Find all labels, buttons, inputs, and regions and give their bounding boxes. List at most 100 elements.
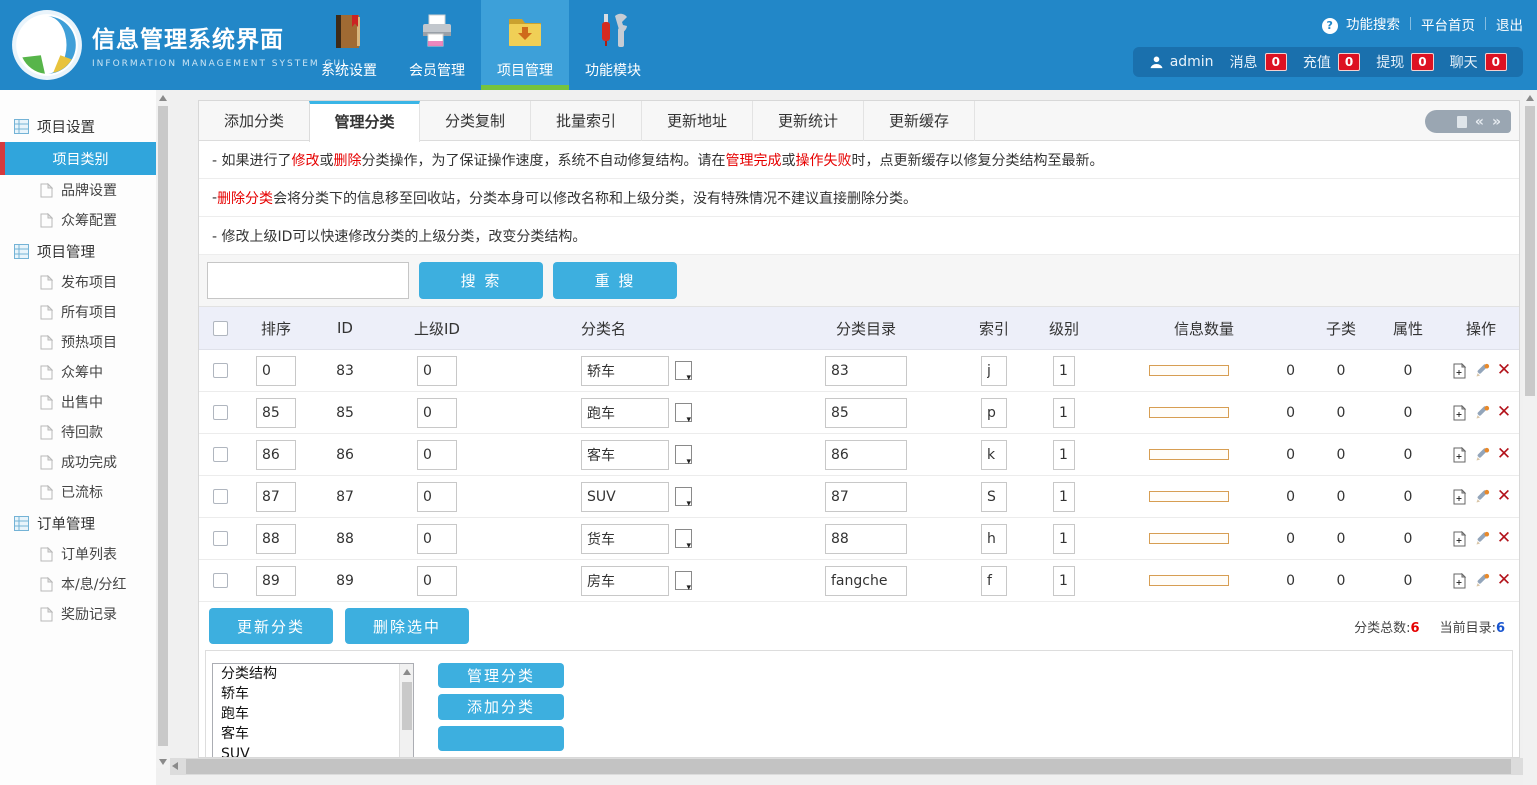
category-name-input[interactable]	[581, 398, 669, 428]
category-structure-listbox[interactable]: 分类结构 轿车 跑车 客车 SUV	[212, 663, 414, 758]
level-input[interactable]	[1053, 440, 1075, 470]
messages-menu[interactable]: 消息 0	[1230, 52, 1287, 72]
delete-icon[interactable]: ✕	[1497, 488, 1511, 505]
category-name-input[interactable]	[581, 524, 669, 554]
category-name-input[interactable]	[581, 566, 669, 596]
row-checkbox[interactable]	[213, 405, 228, 420]
sidebar-item-reward-records[interactable]: 奖励记录	[0, 599, 156, 629]
scrollbar-thumb[interactable]	[1525, 106, 1535, 396]
tab-add-category[interactable]: 添加分类	[199, 101, 310, 141]
listbox-scrollbar[interactable]	[399, 664, 413, 758]
user-name[interactable]: admin	[1149, 54, 1214, 70]
index-input[interactable]	[981, 566, 1007, 596]
edit-icon[interactable]	[1474, 363, 1490, 379]
tab-update-stats[interactable]: 更新统计	[753, 101, 864, 141]
list-item[interactable]: SUV	[213, 744, 413, 758]
sort-input[interactable]	[256, 566, 296, 596]
nav-system-settings[interactable]: 系统设置	[305, 0, 393, 90]
nav-project-management[interactable]: 项目管理	[481, 0, 569, 90]
image-picker-icon[interactable]	[675, 487, 692, 506]
parent-id-input[interactable]	[417, 356, 457, 386]
category-dir-input[interactable]	[825, 524, 907, 554]
delete-icon[interactable]: ✕	[1497, 530, 1511, 547]
delete-icon[interactable]: ✕	[1497, 572, 1511, 589]
row-checkbox[interactable]	[213, 447, 228, 462]
sidebar-item-order-list[interactable]: 订单列表	[0, 539, 156, 569]
select-all-checkbox[interactable]	[213, 321, 228, 336]
level-input[interactable]	[1053, 524, 1075, 554]
chevron-right-icon[interactable]: »	[1492, 115, 1501, 129]
parent-id-input[interactable]	[417, 440, 457, 470]
sort-input[interactable]	[256, 356, 296, 386]
function-search-link[interactable]: ? 功能搜索	[1322, 13, 1400, 34]
tab-manage-category[interactable]: 管理分类	[309, 101, 420, 142]
sidebar-section-project-settings[interactable]: 项目设置	[0, 110, 156, 142]
sidebar-item-project-category[interactable]: 项目类别	[0, 142, 156, 175]
sidebar-item-principal-interest-dividend[interactable]: 本/息/分红	[0, 569, 156, 599]
delete-selected-button[interactable]: 删除选中	[345, 608, 469, 644]
tab-batch-index[interactable]: 批量索引	[531, 101, 642, 141]
parent-id-input[interactable]	[417, 566, 457, 596]
edit-icon[interactable]	[1474, 573, 1490, 589]
sidebar-item-pending-repayment[interactable]: 待回款	[0, 417, 156, 447]
scroll-up-arrow-icon[interactable]	[1526, 95, 1534, 101]
edit-icon[interactable]	[1474, 405, 1490, 421]
category-dir-input[interactable]	[825, 398, 907, 428]
tab-copy-category[interactable]: 分类复制	[420, 101, 531, 141]
chevron-left-icon[interactable]: «	[1475, 115, 1484, 129]
research-button[interactable]: 重 搜	[553, 262, 677, 299]
scroll-up-arrow-icon[interactable]	[403, 669, 411, 675]
category-dir-input[interactable]	[825, 440, 907, 470]
scrollbar-thumb[interactable]	[402, 682, 412, 730]
image-picker-icon[interactable]	[675, 445, 692, 464]
level-input[interactable]	[1053, 398, 1075, 428]
list-item[interactable]: 轿车	[213, 684, 413, 704]
list-item[interactable]: 客车	[213, 724, 413, 744]
logout-link[interactable]: 退出	[1496, 14, 1523, 34]
row-checkbox[interactable]	[213, 363, 228, 378]
scroll-left-arrow-icon[interactable]	[172, 762, 178, 770]
sidebar-item-failed-bid[interactable]: 已流标	[0, 477, 156, 507]
nav-member-management[interactable]: 会员管理	[393, 0, 481, 90]
scrollbar-thumb[interactable]	[186, 759, 1511, 774]
sidebar-item-publish-project[interactable]: 发布项目	[0, 267, 156, 297]
index-input[interactable]	[981, 440, 1007, 470]
parent-id-input[interactable]	[417, 524, 457, 554]
sidebar-section-project-management[interactable]: 项目管理	[0, 235, 156, 267]
platform-home-link[interactable]: 平台首页	[1421, 14, 1475, 34]
sidebar-item-all-projects[interactable]: 所有项目	[0, 297, 156, 327]
level-input[interactable]	[1053, 566, 1075, 596]
partial-button[interactable]	[438, 726, 564, 751]
sidebar-item-crowdfunding-active[interactable]: 众筹中	[0, 357, 156, 387]
tab-update-cache[interactable]: 更新缓存	[864, 101, 975, 141]
scrollbar-thumb[interactable]	[158, 106, 168, 746]
search-input[interactable]	[207, 262, 409, 299]
image-picker-icon[interactable]	[675, 403, 692, 422]
copy-icon[interactable]	[1451, 447, 1467, 463]
row-checkbox[interactable]	[213, 489, 228, 504]
delete-icon[interactable]: ✕	[1497, 446, 1511, 463]
index-input[interactable]	[981, 356, 1007, 386]
sort-input[interactable]	[256, 524, 296, 554]
edit-icon[interactable]	[1474, 531, 1490, 547]
sort-input[interactable]	[256, 440, 296, 470]
delete-icon[interactable]: ✕	[1497, 404, 1511, 421]
index-input[interactable]	[981, 398, 1007, 428]
category-dir-input[interactable]	[825, 482, 907, 512]
level-input[interactable]	[1053, 482, 1075, 512]
nav-function-modules[interactable]: 功能模块	[569, 0, 657, 90]
delete-icon[interactable]: ✕	[1497, 362, 1511, 379]
manage-category-button[interactable]: 管理分类	[438, 663, 564, 688]
recharge-menu[interactable]: 充值 0	[1303, 52, 1360, 72]
list-item[interactable]: 跑车	[213, 704, 413, 724]
sidebar-item-crowdfunding-config[interactable]: 众筹配置	[0, 205, 156, 235]
tab-update-address[interactable]: 更新地址	[642, 101, 753, 141]
scroll-down-arrow-icon[interactable]	[159, 759, 167, 765]
category-name-input[interactable]	[581, 356, 669, 386]
category-name-input[interactable]	[581, 482, 669, 512]
index-input[interactable]	[981, 524, 1007, 554]
update-categories-button[interactable]: 更新分类	[209, 608, 333, 644]
tab-scroll-widget[interactable]: « »	[1425, 110, 1511, 133]
sidebar-item-preheat-projects[interactable]: 预热项目	[0, 327, 156, 357]
edit-icon[interactable]	[1474, 447, 1490, 463]
